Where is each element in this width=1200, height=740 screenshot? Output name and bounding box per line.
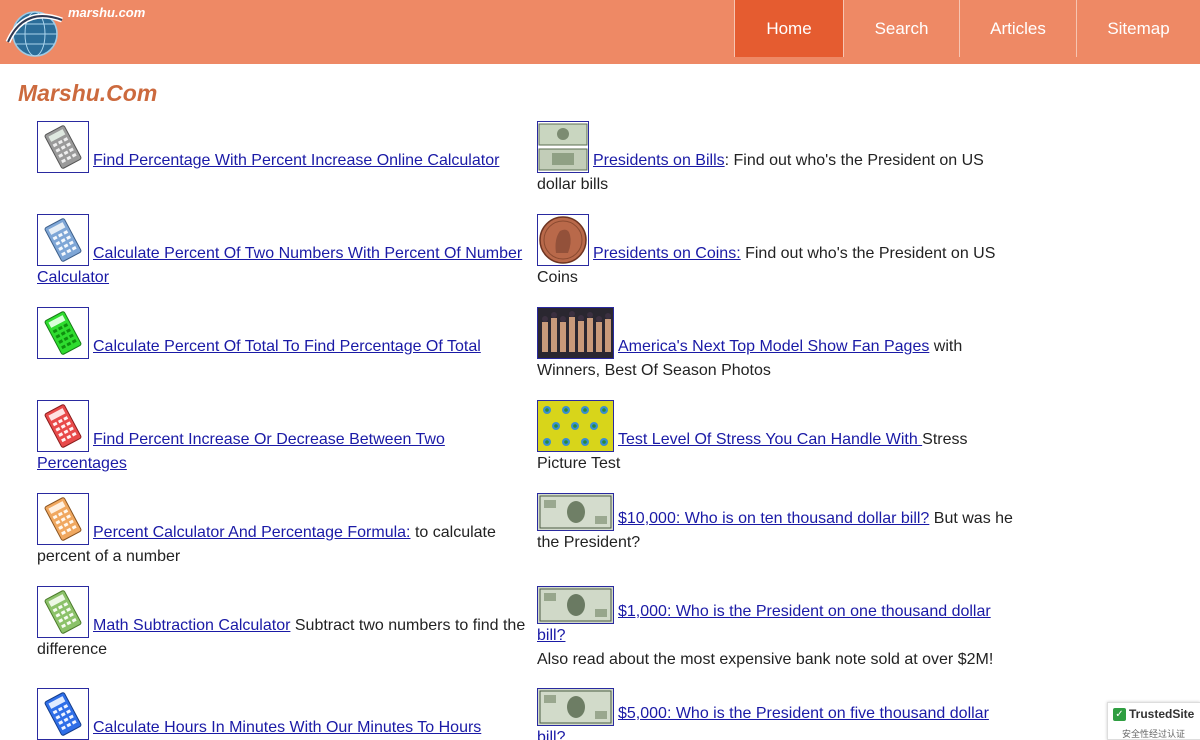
calculator-olive-icon[interactable] xyxy=(37,586,89,638)
list-item: Presidents on Coins: Find out who's the … xyxy=(537,214,1017,290)
list-item: Presidents on Bills: Find out who's the … xyxy=(537,121,1017,197)
calculator-green-icon[interactable] xyxy=(37,307,89,359)
list-item: Calculate Percent Of Total To Find Perce… xyxy=(37,307,527,359)
item-link[interactable]: Presidents on Bills xyxy=(593,152,725,169)
calculator-blue-icon[interactable] xyxy=(37,214,89,266)
nav-search[interactable]: Search xyxy=(843,0,959,57)
stress-pattern-icon[interactable] xyxy=(537,400,614,452)
item-description: Also read about the most expensive bank … xyxy=(537,651,994,668)
item-link[interactable]: Calculate Percent Of Two Numbers With Pe… xyxy=(37,245,522,286)
ten-thousand-bill-icon[interactable] xyxy=(537,493,614,531)
models-photo-icon[interactable] xyxy=(537,307,614,359)
top-bar: marshu.com Home Search Articles Sitemap xyxy=(0,0,1200,64)
calculator-red-icon[interactable] xyxy=(37,400,89,452)
item-link[interactable]: Math Subtraction Calculator xyxy=(93,617,290,634)
calculator-orange-icon[interactable] xyxy=(37,493,89,545)
item-link[interactable]: Calculate Percent Of Total To Find Perce… xyxy=(93,338,481,355)
item-link[interactable]: Find Percent Increase Or Decrease Betwee… xyxy=(37,431,445,472)
check-icon: ✓ xyxy=(1113,708,1126,721)
trusted-site-badge[interactable]: ✓ TrustedSite 安全性经过认证 xyxy=(1107,702,1200,740)
list-item: America's Next Top Model Show Fan Pages … xyxy=(537,307,1017,383)
main-nav: Home Search Articles Sitemap xyxy=(734,0,1200,64)
nav-articles[interactable]: Articles xyxy=(959,0,1076,57)
nav-sitemap[interactable]: Sitemap xyxy=(1076,0,1200,57)
trusted-site-name: TrustedSite xyxy=(1129,707,1195,721)
logo-text[interactable]: marshu.com xyxy=(68,5,145,20)
trusted-site-subtitle: 安全性经过认证 xyxy=(1122,729,1186,739)
list-item: $1,000: Who is the President on one thou… xyxy=(537,586,1017,672)
list-item: Math Subtraction Calculator Subtract two… xyxy=(37,586,527,662)
globe-logo-icon[interactable] xyxy=(4,2,66,62)
list-item: $10,000: Who is on ten thousand dollar b… xyxy=(537,493,1017,555)
one-thousand-bill-icon[interactable] xyxy=(537,586,614,624)
item-link[interactable]: Test Level Of Stress You Can Handle With xyxy=(618,431,922,448)
dollar-bill-icon[interactable] xyxy=(537,121,589,173)
list-item: Calculate Percent Of Two Numbers With Pe… xyxy=(37,214,527,290)
item-link[interactable]: $10,000: Who is on ten thousand dollar b… xyxy=(618,510,929,527)
list-item: Find Percent Increase Or Decrease Betwee… xyxy=(37,400,527,476)
calculator-gray-icon[interactable] xyxy=(37,121,89,173)
item-link[interactable]: Presidents on Coins: xyxy=(593,245,741,262)
list-item: Calculate Hours In Minutes With Our Minu… xyxy=(37,688,527,740)
list-item: $5,000: Who is the President on five tho… xyxy=(537,688,1017,740)
calculator-bright-blue-icon[interactable] xyxy=(37,688,89,740)
page-title: Marshu.Com xyxy=(18,80,158,106)
item-link[interactable]: Calculate Hours In Minutes With Our Minu… xyxy=(93,719,481,736)
list-item: Percent Calculator And Percentage Formul… xyxy=(37,493,527,569)
list-item: Test Level Of Stress You Can Handle With… xyxy=(537,400,1017,476)
item-link[interactable]: Percent Calculator And Percentage Formul… xyxy=(93,524,411,541)
list-item: Find Percentage With Percent Increase On… xyxy=(37,121,527,173)
penny-coin-icon[interactable] xyxy=(537,214,589,266)
five-thousand-bill-icon[interactable] xyxy=(537,688,614,726)
nav-home[interactable]: Home xyxy=(734,0,843,57)
item-link[interactable]: Find Percentage With Percent Increase On… xyxy=(93,152,499,169)
item-link[interactable]: America's Next Top Model Show Fan Pages xyxy=(618,338,929,355)
